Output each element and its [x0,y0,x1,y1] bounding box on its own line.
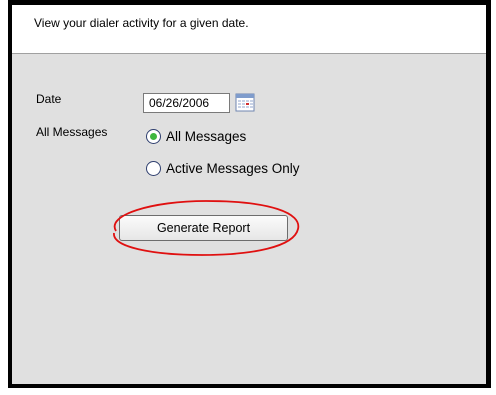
radio-button-active-messages[interactable] [146,161,161,176]
calendar-icon[interactable] [235,93,255,112]
radio-label-all-messages: All Messages [166,129,247,144]
radio-all-messages[interactable]: All Messages [146,129,246,144]
header-bar: View your dialer activity for a given da… [12,5,486,54]
page-description: View your dialer activity for a given da… [34,16,249,30]
report-panel: View your dialer activity for a given da… [8,0,491,388]
highlight-ellipse [113,200,300,256]
date-label: Date [36,92,62,106]
radio-active-messages[interactable]: Active Messages Only [146,161,300,176]
radio-label-active-messages: Active Messages Only [166,161,300,176]
radio-button-all-messages[interactable] [146,129,161,144]
messages-label: All Messages [36,125,108,139]
date-input[interactable]: 06/26/2006 [143,93,230,113]
